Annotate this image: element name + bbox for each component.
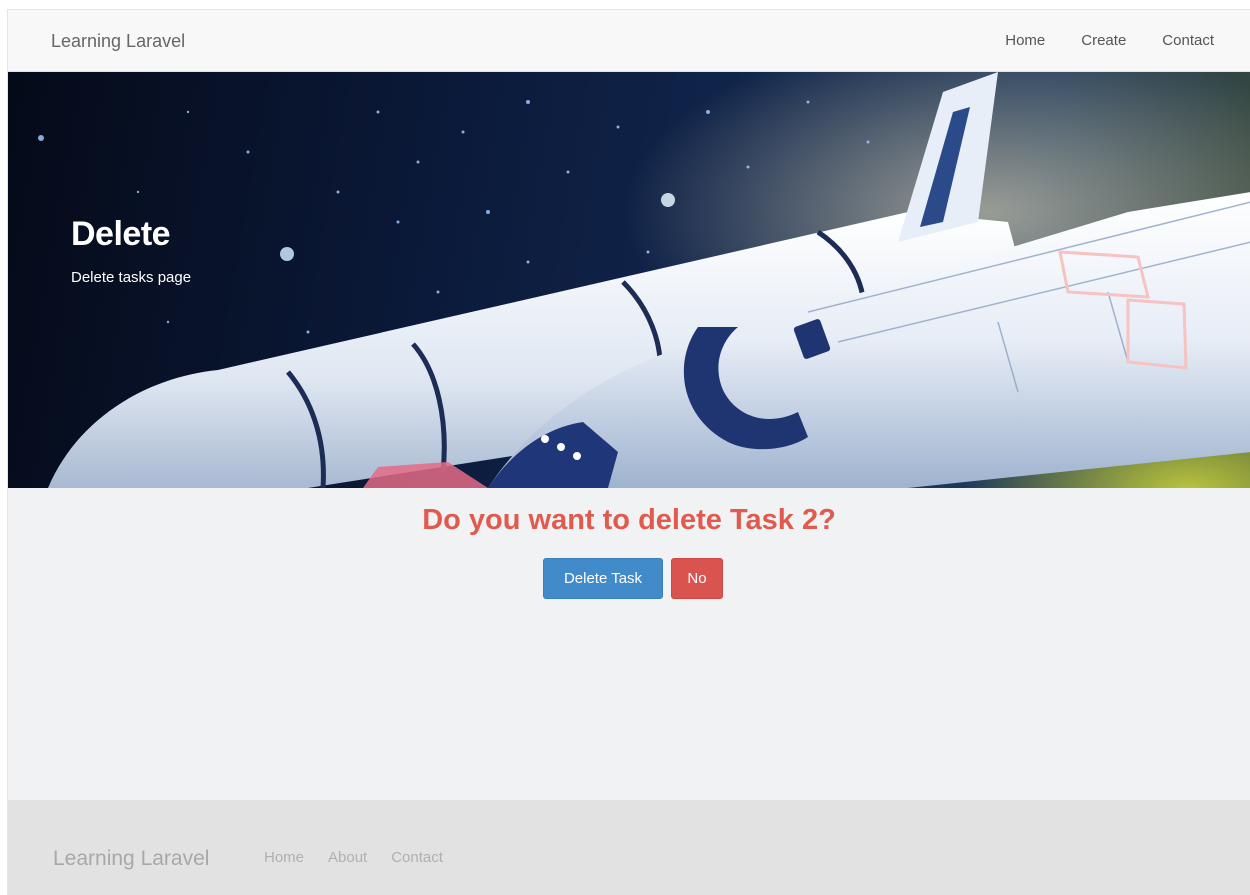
nav-item-contact: Contact xyxy=(1162,32,1214,50)
nav-item-create: Create xyxy=(1081,32,1126,50)
footer-links: Home About Contact xyxy=(264,849,443,866)
no-button[interactable]: No xyxy=(671,558,723,599)
nav-item-home: Home xyxy=(1005,32,1045,50)
navbar-menu: Home Create Contact xyxy=(1005,32,1214,50)
footer-link-home[interactable]: Home xyxy=(264,849,304,866)
space-shuttle-image xyxy=(38,72,1250,488)
nav-link-contact[interactable]: Contact xyxy=(1162,32,1214,49)
nav-link-create[interactable]: Create xyxy=(1081,32,1126,49)
hero-title: Delete xyxy=(71,215,171,253)
delete-task-button[interactable]: Delete Task xyxy=(543,558,663,599)
footer-brand: Learning Laravel xyxy=(53,847,210,870)
delete-actions: Delete Task No xyxy=(543,558,723,599)
hero-subtitle: Delete tasks page xyxy=(71,269,192,286)
navbar: Learning Laravel Home Create Contact xyxy=(8,10,1250,72)
footer-link-contact[interactable]: Contact xyxy=(391,849,443,866)
nav-link-home[interactable]: Home xyxy=(1005,32,1045,49)
footer-link-about[interactable]: About xyxy=(328,849,367,866)
navbar-brand[interactable]: Learning Laravel xyxy=(51,31,185,52)
footer: Learning Laravel Home About Contact xyxy=(8,800,1250,895)
hero-banner: Delete Delete tasks page xyxy=(8,72,1250,488)
delete-confirmation-heading: Do you want to delete Task 2? xyxy=(422,504,836,536)
page-frame: Learning Laravel Home Create Contact Del… xyxy=(7,9,1250,895)
